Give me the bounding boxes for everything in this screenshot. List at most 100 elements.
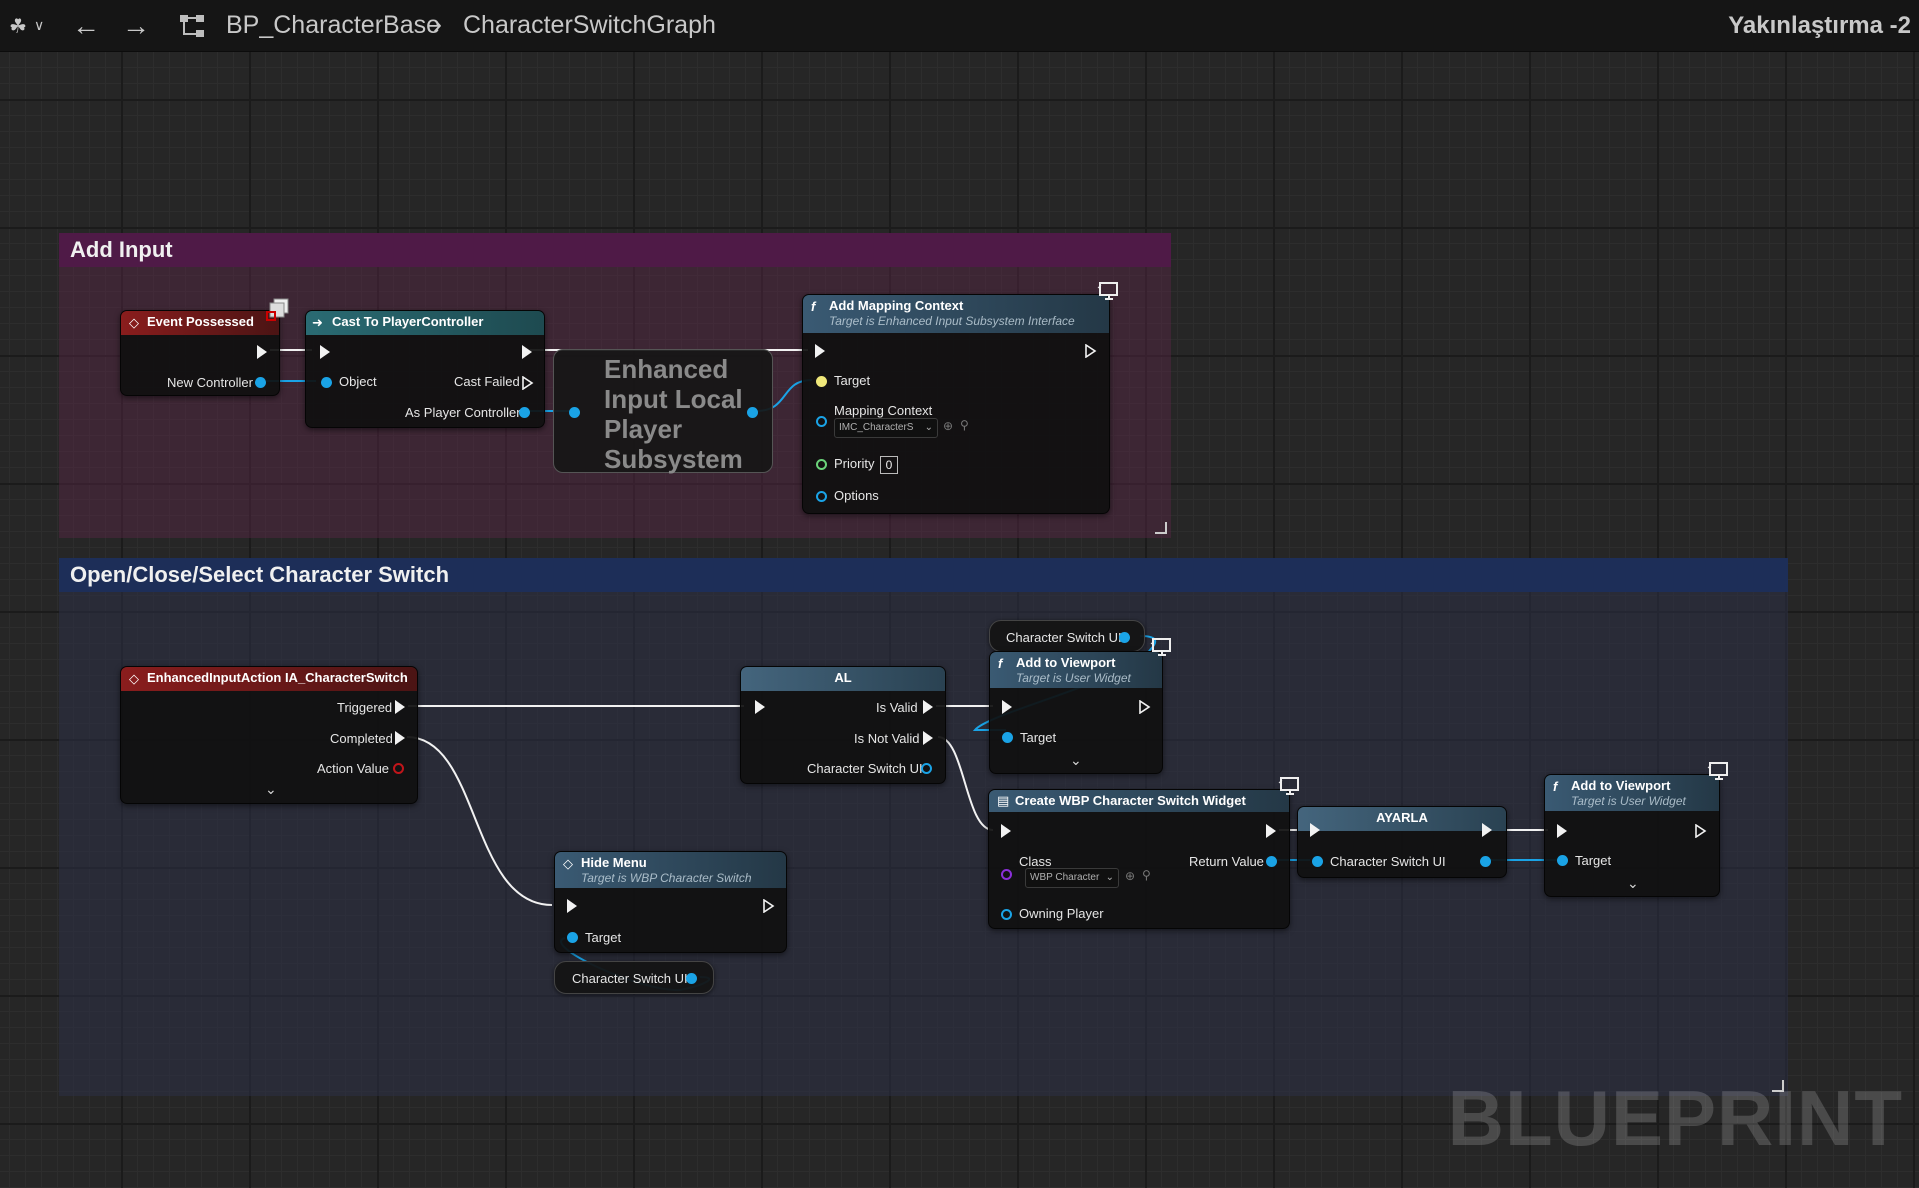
pin-target[interactable]	[1557, 855, 1568, 866]
pin-mapping-context[interactable]	[816, 416, 827, 427]
use-selected-icon[interactable]: ⊕	[943, 419, 953, 433]
pin-out[interactable]	[1119, 632, 1130, 643]
exec-out-completed-pin[interactable]	[395, 731, 405, 745]
node-cast-to-player-controller[interactable]: ➜ Cast To PlayerController Object Cast F…	[305, 310, 545, 428]
pin-in[interactable]	[1312, 856, 1323, 867]
node-event-possessed[interactable]: ◇ Event Possessed New Controller	[120, 310, 280, 396]
comment-character-switch[interactable]: Open/Close/Select Character Switch	[59, 558, 1788, 1096]
pin-in[interactable]	[569, 407, 580, 418]
pin-action-value[interactable]	[393, 763, 404, 774]
widget-icon: ▤	[997, 793, 1010, 808]
node-subtitle: Target is User Widget	[1571, 794, 1686, 808]
comment-title[interactable]: Open/Close/Select Character Switch	[59, 558, 1788, 592]
exec-out-pin[interactable]	[1695, 824, 1707, 838]
pin-priority[interactable]	[816, 459, 827, 470]
pin-label: Target	[1020, 730, 1057, 745]
node-add-to-viewport-1[interactable]: f Add to Viewport Target is User Widget …	[989, 651, 1163, 774]
exec-in-pin[interactable]	[1557, 824, 1567, 838]
pin-as-player-controller[interactable]	[519, 407, 530, 418]
pin-out[interactable]	[1480, 856, 1491, 867]
forward-arrow-icon[interactable]: →	[122, 10, 150, 42]
chevron-down-icon[interactable]: ∨	[34, 17, 44, 34]
browse-search-icon[interactable]: ⚲	[1142, 868, 1151, 882]
breadcrumb-separator-icon: ›	[433, 9, 442, 39]
node-add-mapping-context[interactable]: f Add Mapping Context Target is Enhanced…	[802, 294, 1110, 514]
expand-chevron-icon[interactable]: ⌄	[1070, 752, 1082, 769]
pin-label: Owning Player	[1019, 906, 1104, 921]
resize-handle[interactable]	[1155, 522, 1167, 534]
exec-out-pin[interactable]	[257, 345, 267, 359]
mapping-context-dropdown[interactable]: IMC_CharacterS ⌄	[834, 418, 938, 438]
bookmark-icon[interactable]: ☘	[9, 14, 27, 39]
node-add-to-viewport-2[interactable]: f Add to Viewport Target is User Widget …	[1544, 774, 1720, 897]
exec-out-pin[interactable]	[522, 345, 532, 359]
exec-out-triggered-pin[interactable]	[395, 700, 405, 714]
breadcrumb-blueprint[interactable]: BP_CharacterBase	[226, 11, 440, 40]
node-title: Add to Viewport	[1016, 655, 1116, 670]
node-enhanced-input-subsystem[interactable]: Enhanced Input Local Player Subsystem	[553, 349, 773, 474]
expand-chevron-icon[interactable]: ⌄	[265, 781, 277, 798]
exec-out-is-valid-pin[interactable]	[923, 700, 933, 714]
exec-out-pin[interactable]	[1085, 344, 1097, 358]
exec-out-pin[interactable]	[1482, 823, 1492, 837]
node-subtitle: Target is User Widget	[1016, 671, 1131, 685]
exec-out-pin[interactable]	[1266, 824, 1276, 838]
node-title: Add Mapping Context	[829, 298, 964, 313]
expand-chevron-icon[interactable]: ⌄	[1627, 875, 1639, 892]
node-hide-menu[interactable]: ◇ Hide Menu Target is WBP Character Swit…	[554, 851, 787, 953]
exec-in-pin[interactable]	[815, 344, 825, 358]
pin-target[interactable]	[567, 932, 578, 943]
exec-out-pin[interactable]	[763, 899, 775, 913]
exec-in-pin[interactable]	[1001, 824, 1011, 838]
pin-owning-player[interactable]	[1001, 909, 1012, 920]
node-set-character-switch-ui[interactable]: AYARLA Character Switch UI	[1297, 806, 1507, 878]
exec-out-cast-failed-pin[interactable]	[522, 376, 534, 390]
pin-target[interactable]	[816, 376, 827, 387]
graph-toolbar: ☘ ∨ ← → BP_CharacterBase › CharacterSwit…	[0, 0, 1919, 52]
pin-label: Completed	[330, 731, 393, 746]
class-dropdown[interactable]: WBP Character ⌄	[1025, 868, 1119, 888]
exec-out-pin[interactable]	[1139, 700, 1151, 714]
exec-in-pin[interactable]	[567, 899, 577, 913]
node-header: f Add to Viewport Target is User Widget	[990, 652, 1162, 688]
browse-search-icon[interactable]: ⚲	[960, 418, 969, 432]
use-selected-icon[interactable]: ⊕	[1125, 869, 1135, 883]
pin-options[interactable]	[816, 491, 827, 502]
exec-in-pin[interactable]	[755, 700, 765, 714]
pin-out[interactable]	[747, 407, 758, 418]
pin-label: Is Not Valid	[854, 731, 920, 746]
pin-label: As Player Controller	[405, 405, 521, 420]
pin-label: Is Valid	[876, 700, 918, 715]
interface-function-icon: ◇	[563, 856, 573, 871]
pin-label: Triggered	[337, 700, 393, 715]
node-create-widget[interactable]: ▤ Create WBP Character Switch Widget Cla…	[988, 789, 1290, 929]
exec-out-is-not-valid-pin[interactable]	[923, 731, 933, 745]
node-header: ▤ Create WBP Character Switch Widget	[989, 790, 1289, 812]
pin-new-controller[interactable]	[255, 377, 266, 388]
function-icon: f	[998, 656, 1003, 671]
node-input-action-character-switch[interactable]: ◇ EnhancedInputAction IA_CharacterSwitch…	[120, 666, 418, 804]
pin-object[interactable]	[321, 377, 332, 388]
node-title: Create WBP Character Switch Widget	[1015, 793, 1246, 808]
breadcrumb-graph[interactable]: CharacterSwitchGraph	[463, 11, 716, 40]
node-title: AYARLA	[1376, 810, 1428, 825]
event-icon: ◇	[129, 315, 139, 330]
exec-in-pin[interactable]	[1002, 700, 1012, 714]
node-validated-get[interactable]: AL Is Valid Is Not Valid Character Switc…	[740, 666, 946, 784]
exec-in-pin[interactable]	[320, 345, 330, 359]
pin-out[interactable]	[686, 973, 697, 984]
cast-arrow-icon: ➜	[312, 315, 323, 330]
pin-class[interactable]	[1001, 869, 1012, 880]
pin-target[interactable]	[1002, 732, 1013, 743]
dropdown-value: IMC_CharacterS	[839, 422, 914, 433]
pin-character-switch-ui[interactable]	[921, 763, 932, 774]
node-get-character-switch-ui-2[interactable]: Character Switch UI	[554, 961, 714, 994]
priority-input[interactable]: 0	[880, 456, 898, 474]
comment-title[interactable]: Add Input	[59, 233, 1171, 267]
node-get-character-switch-ui[interactable]: Character Switch UI	[989, 620, 1145, 652]
pin-return-value[interactable]	[1266, 856, 1277, 867]
back-arrow-icon[interactable]: ←	[72, 10, 100, 42]
pin-label: Action Value	[317, 761, 390, 776]
title-line: Input Local	[604, 384, 743, 414]
exec-in-pin[interactable]	[1310, 823, 1320, 837]
